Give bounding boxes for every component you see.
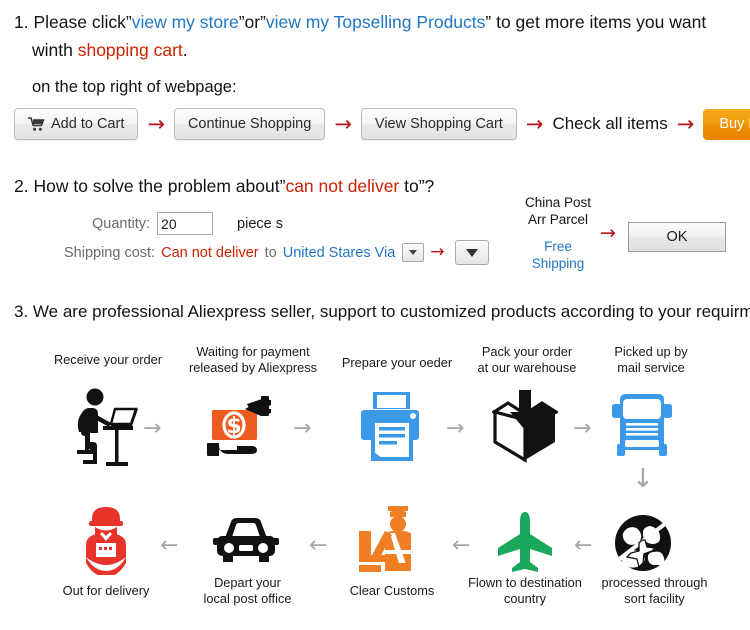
continue-shopping-button[interactable]: Continue Shopping [173, 108, 326, 140]
link-view-my-store[interactable]: view my store [132, 12, 239, 32]
section-1-text-a: Please click” [33, 12, 132, 32]
shipping-cost-label: Shipping cost: [64, 244, 156, 261]
section-1-subtitle: on the top right of webpage: [32, 78, 237, 96]
flow-step-label-out-for-delivery: Out for delivery [62, 583, 150, 598]
quantity-row: Quantity: piece s [92, 212, 283, 235]
delivery-person-icon [80, 505, 132, 580]
flow-step-label-picked-up-by-mail-service: Picked up by mail service [614, 344, 688, 375]
airplane-icon [496, 512, 554, 577]
arrow-down-icon: ↓ [632, 464, 654, 494]
flow-step-label-prepare-your-oeder: Prepare your oeder [341, 355, 453, 370]
shipping-country-link[interactable]: United Stares Via [283, 245, 396, 261]
section-1-number: 1. [14, 12, 29, 32]
view-shopping-cart-label: View Shopping Cart [374, 116, 503, 132]
arrow-left-icon: ← [574, 533, 593, 558]
flow-step-label-processed-through-sort-facility: processed through sort facility [601, 575, 708, 606]
car-icon [213, 516, 279, 569]
person-at-desk-icon [75, 388, 141, 471]
buy-now-label: Buy Now [719, 116, 750, 132]
checkout-button-flow: Add to Cart → Continue Shopping → View S… [14, 108, 750, 140]
truck-icon [612, 392, 672, 463]
free-shipping-note: Free Shipping [512, 238, 604, 272]
section-2-text-b: to”? [399, 176, 435, 196]
flow-step-label-waiting-for-payment: Waiting for payment released by Aliexpre… [188, 344, 318, 375]
arrow-right-icon: → [446, 416, 465, 441]
carrier-line-2: Arr Parcel [527, 212, 588, 227]
arrow-right-icon: → [430, 242, 445, 262]
arrow-right-icon: → [334, 111, 352, 136]
arrow-left-icon: ← [452, 533, 471, 558]
flow-step-label-depart-your-local-post-office: Depart your local post office [203, 575, 292, 606]
quantity-input[interactable] [157, 212, 214, 235]
ok-button[interactable]: OK [628, 222, 726, 252]
free-shipping-line-2: Shipping [531, 256, 585, 271]
arrow-right-icon: → [676, 111, 695, 136]
shopping-cart-icon [28, 117, 45, 131]
section-2-text-a: How to solve the problem about” [33, 176, 286, 196]
section-1-text-d: winth [32, 40, 78, 60]
arrow-right-icon: → [573, 416, 592, 441]
shipping-cost-row: Shipping cost: Can not deliver to United… [64, 240, 489, 265]
quantity-label: Quantity: [92, 215, 151, 232]
money-handoff-icon: $ [205, 392, 281, 467]
chevron-down-icon [465, 248, 478, 257]
shipping-method-dropdown[interactable] [454, 240, 489, 265]
arrow-right-icon: → [525, 111, 544, 136]
add-to-cart-label: Add to Cart [51, 116, 125, 132]
free-shipping-line-1: Free [544, 239, 572, 254]
section-3-heading: 3. We are professional Aliexpress seller… [14, 302, 750, 322]
arrow-left-icon: ← [160, 533, 179, 558]
printer-icon [357, 390, 427, 467]
arrow-right-icon: → [600, 222, 616, 244]
section-1-text-e: . [182, 40, 188, 60]
link-view-my-topselling-products[interactable]: view my Topselling Products [266, 12, 486, 32]
section-2-heading: 2. How to solve the problem about”can no… [14, 176, 434, 197]
arrow-right-icon: → [147, 111, 165, 136]
section-3-number: 3. [14, 302, 29, 321]
box-packing-icon [490, 390, 560, 469]
ok-button-label: OK [666, 229, 688, 245]
globe-plane-icon [612, 512, 674, 579]
piece-unit-label: piece s [237, 215, 283, 232]
can-not-deliver-emphasis: can not deliver [285, 176, 400, 196]
customs-officer-icon [357, 505, 427, 578]
section-3-title-text: We are professional Aliexpress seller, s… [32, 302, 750, 321]
add-to-cart-button[interactable]: Add to Cart [14, 108, 139, 140]
view-shopping-cart-button[interactable]: View Shopping Cart [360, 108, 517, 140]
section-1-text-b: ”or” [238, 12, 266, 32]
buy-now-button[interactable]: Buy Now [703, 108, 750, 140]
carrier-name: China Post Arr Parcel [512, 194, 604, 228]
continue-shopping-label: Continue Shopping [187, 116, 312, 132]
flow-step-label-flown-to-destination-country: Flown to destination country [468, 575, 582, 606]
section-1-text-c: ” to get more items you want [485, 12, 707, 32]
arrow-left-icon: ← [309, 533, 328, 558]
carrier-line-1: China Post [524, 195, 592, 210]
svg-text:$: $ [226, 414, 241, 439]
section-1-heading: 1. Please click”view my store”or”view my… [14, 8, 738, 64]
check-all-items-text: Check all items [552, 114, 668, 133]
flow-step-label-clear-customs: Clear Customs [349, 583, 435, 598]
flow-step-label-receive-your-order: Receive your order [53, 352, 163, 367]
shipping-to-text: to [264, 244, 277, 261]
section-2-number: 2. [14, 176, 29, 196]
arrow-right-icon: → [143, 416, 162, 441]
shopping-cart-emphasis: shopping cart [77, 40, 183, 60]
chevron-down-icon [409, 250, 418, 255]
shipping-cost-value: Can not deliver [161, 244, 259, 261]
country-dropdown-small[interactable] [402, 243, 425, 262]
arrow-right-icon: → [293, 416, 312, 441]
flow-step-label-pack-your-order: Pack your order at our warehouse [477, 344, 577, 375]
